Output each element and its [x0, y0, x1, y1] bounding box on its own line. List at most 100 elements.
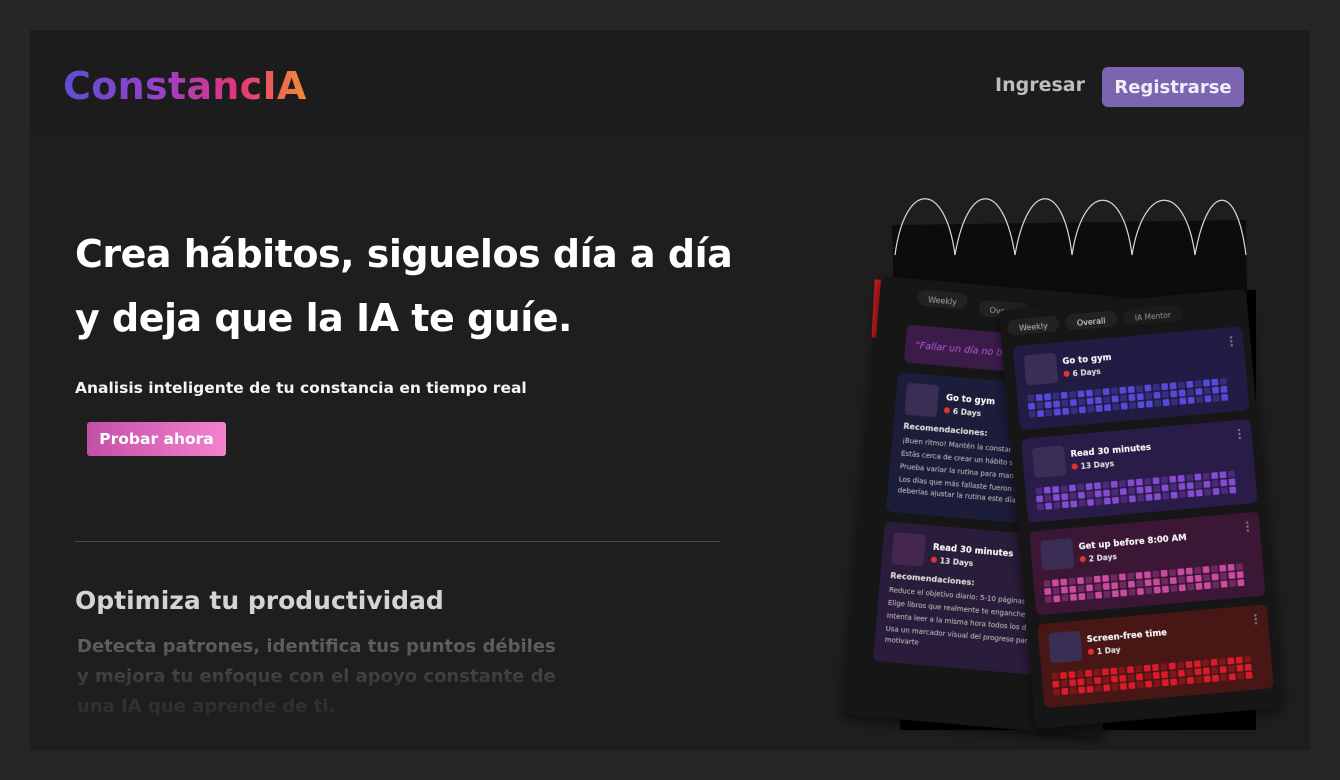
brand-logo[interactable]: ConstancIA: [63, 64, 307, 108]
heatmap-cell: [1061, 501, 1069, 509]
feature-desc-line2: y mejora tu enfoque con el apoyo constan…: [77, 666, 556, 687]
heatmap-cell: [1086, 397, 1094, 405]
heatmap-cell: [1070, 407, 1078, 415]
heatmap-cell: [1144, 579, 1152, 587]
heatmap-cell: [1085, 669, 1093, 677]
heatmap-cell: [1169, 475, 1177, 483]
heatmap-cell: [1120, 496, 1128, 503]
heatmap-cell: [1162, 492, 1170, 500]
heatmap-cell: [1136, 580, 1144, 587]
heatmap-cell: [1061, 594, 1069, 602]
heatmap-cell: [1119, 488, 1127, 496]
heatmap-cell: [1111, 683, 1119, 691]
heatmap-cell: [1162, 399, 1170, 406]
heatmap-cell: [1110, 574, 1118, 582]
heatmap-cell: [1161, 671, 1169, 679]
heatmap-cell: [1170, 678, 1178, 686]
heatmap-cell: [1035, 487, 1043, 495]
heatmap-cell: [1070, 593, 1077, 601]
heatmap-cell: [1144, 672, 1152, 680]
heatmap-cell: [1118, 573, 1126, 581]
heatmap-cell: [1168, 662, 1176, 670]
heatmap-cell: [1143, 664, 1151, 672]
heatmap-cell: [1053, 400, 1061, 408]
heatmap-cell: [1102, 388, 1110, 396]
heatmap-cell: [1236, 563, 1243, 571]
heatmap-cell: [1229, 486, 1237, 494]
heatmap-cell: [1211, 573, 1219, 581]
heatmap-cell: [1061, 493, 1069, 501]
heatmap-cell: [1077, 585, 1085, 593]
landing-page: ConstancIA Ingresar Registrarse Crea háb…: [30, 30, 1310, 750]
heatmap-cell: [1135, 572, 1143, 579]
mockup-svg: Weekly Overall "Fallar un día no borra t…: [843, 198, 1282, 737]
heatmap-cell: [1102, 481, 1110, 489]
heatmap-cell: [1068, 484, 1076, 492]
heatmap-cell: [1135, 665, 1143, 673]
heatmap-cell: [1193, 660, 1201, 668]
heatmap-cell: [1145, 493, 1153, 501]
heatmap-cell: [1086, 584, 1093, 592]
heatmap-cell: [1145, 680, 1153, 688]
heatmap-cell: [1145, 587, 1153, 595]
heatmap-cell: [1044, 494, 1052, 502]
heatmap-cell: [1053, 408, 1061, 416]
heatmap-cell: [1195, 388, 1203, 396]
heatmap-cell: [1137, 401, 1145, 409]
heatmap-cell: [1194, 574, 1202, 582]
heatmap-cell: [1086, 685, 1094, 693]
feature-desc-line3: una IA que aprende de ti.: [77, 696, 336, 717]
heatmap-cell: [1245, 671, 1253, 679]
hero-title: Crea hábitos, siguelos día a día y deja …: [75, 222, 775, 350]
heatmap-cell: [1236, 664, 1244, 672]
heatmap-cell: [1060, 391, 1068, 399]
heatmap-cell: [1085, 483, 1093, 490]
heatmap-cell: [1169, 382, 1177, 390]
heatmap-cell: [1195, 481, 1203, 489]
heatmap-cell: [1177, 661, 1185, 669]
heatmap-cell: [1137, 588, 1144, 595]
heatmap-cell: [1110, 480, 1118, 488]
heatmap-cell: [1219, 471, 1227, 479]
heatmap-cell: [1060, 680, 1068, 687]
heatmap-cell: [1244, 655, 1252, 663]
back-card-read-icon: [891, 532, 926, 567]
heatmap-cell: [1060, 578, 1068, 586]
heatmap-cell: [1210, 565, 1218, 573]
heatmap-cell: [1086, 491, 1094, 498]
heatmap-cell: [1068, 671, 1076, 679]
heatmap-cell: [1220, 479, 1228, 487]
try-now-button[interactable]: Probar ahora: [87, 422, 226, 456]
heatmap-cell: [1094, 388, 1102, 396]
heatmap-cell: [1153, 679, 1161, 687]
heatmap-cell: [1235, 656, 1243, 664]
heatmap-cell: [1162, 585, 1169, 593]
heatmap-cell: [1178, 483, 1186, 490]
heatmap-cell: [1153, 485, 1161, 493]
heatmap-cell: [1052, 680, 1060, 688]
heatmap-cell: [1161, 577, 1169, 585]
habit-icon: [1024, 353, 1058, 386]
heatmap-cell: [1153, 578, 1160, 586]
heatmap-cell: [1160, 476, 1168, 484]
heatmap-cell: [1228, 572, 1236, 579]
heatmap-cell: [1076, 670, 1084, 678]
heatmap-cell: [1127, 386, 1135, 393]
register-button[interactable]: Registrarse: [1102, 67, 1244, 107]
heatmap-cell: [1027, 394, 1035, 402]
heatmap-cell: [1045, 409, 1053, 417]
heatmap-cell: [1104, 404, 1111, 412]
login-button[interactable]: Ingresar: [995, 74, 1085, 96]
heatmap-cell: [1202, 472, 1210, 480]
heatmap-cell: [1135, 478, 1143, 486]
heatmap-cell: [1169, 670, 1177, 678]
heatmap-cell: [1179, 397, 1187, 405]
heatmap-cell: [1179, 490, 1186, 498]
heatmap-cell: [1112, 496, 1120, 504]
heatmap-cell: [1120, 402, 1128, 410]
back-card-gym-icon: [904, 383, 939, 418]
heatmap-cell: [1203, 480, 1211, 488]
heatmap-cell: [1036, 503, 1044, 511]
heatmap-cell: [1178, 677, 1186, 685]
heatmap-cell: [1196, 396, 1203, 404]
